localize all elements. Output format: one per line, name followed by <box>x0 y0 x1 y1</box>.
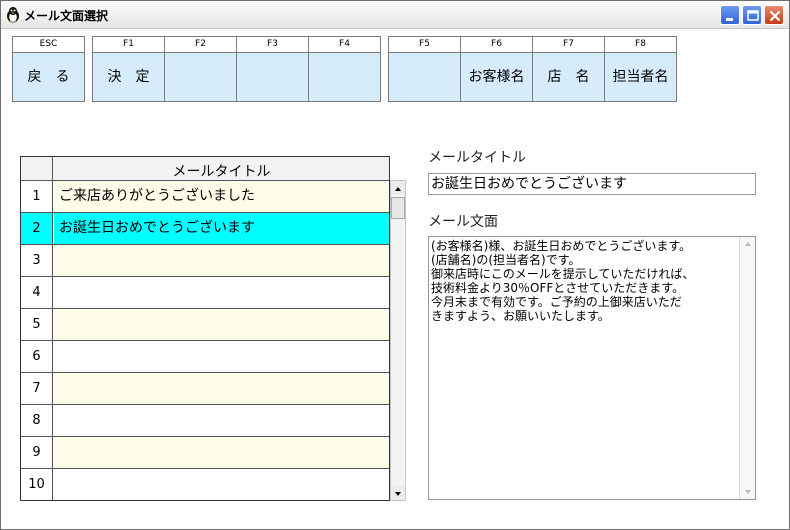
penguin-icon <box>7 7 19 23</box>
f6-customer-name-button[interactable]: F6 お客様名 <box>460 36 533 102</box>
row-title[interactable] <box>54 277 389 308</box>
row-number: 6 <box>21 341 53 372</box>
fkey-caption-f2 <box>165 53 236 101</box>
row-number: 8 <box>21 405 53 436</box>
fkey-caption-f6: お客様名 <box>468 69 525 85</box>
table-row[interactable]: 9 <box>21 437 389 469</box>
grid-header: メールタイトル <box>21 157 389 181</box>
fkey-label-f8: F8 <box>605 37 676 53</box>
title-bar[interactable]: メール文面選択 <box>1 1 789 29</box>
row-number: 3 <box>21 245 53 276</box>
f8-staff-name-button[interactable]: F8 担当者名 <box>604 36 677 102</box>
close-button[interactable] <box>764 5 784 25</box>
f7-store-name-button[interactable]: F7 店名 <box>532 36 605 102</box>
row-number: 5 <box>21 309 53 340</box>
row-title[interactable] <box>54 437 389 468</box>
maximize-button[interactable] <box>742 5 762 25</box>
fkey-caption-f3 <box>237 53 308 101</box>
mail-title-field[interactable]: お誕生日おめでとうございます <box>428 173 756 195</box>
fkey-label-esc: ESC <box>13 37 84 53</box>
row-title[interactable] <box>54 309 389 340</box>
grid-column-header[interactable]: メールタイトル <box>54 157 389 180</box>
arrow-up-icon <box>745 242 751 246</box>
mail-title-label: メールタイトル <box>428 150 526 166</box>
f3-button[interactable]: F3 <box>236 36 309 102</box>
f5-button[interactable]: F5 <box>388 36 461 102</box>
table-row[interactable]: 5 <box>21 309 389 341</box>
row-number: 1 <box>21 181 53 212</box>
fkey-caption-f5 <box>389 53 460 101</box>
table-row[interactable]: 1 ご来店ありがとうございました <box>21 181 389 213</box>
window-title: メール文面選択 <box>24 9 109 23</box>
fkey-caption-f8: 担当者名 <box>612 69 669 85</box>
table-row-selected[interactable]: 2 お誕生日おめでとうございます <box>21 213 389 245</box>
mail-body-text[interactable]: (お客様名)様、お誕生日おめでとうございます。 (店舗名)の(担当者名)です。 … <box>431 239 739 323</box>
fkey-caption-f4 <box>309 53 380 101</box>
fkey-label-f4: F4 <box>309 37 380 53</box>
row-number: 4 <box>21 277 53 308</box>
mail-title-grid: メールタイトル 1 ご来店ありがとうございました 2 お誕生日おめでとうございま… <box>20 156 390 501</box>
arrow-down-icon <box>395 492 401 496</box>
row-title[interactable] <box>54 405 389 436</box>
fkey-label-f1: F1 <box>93 37 164 53</box>
table-row[interactable]: 7 <box>21 373 389 405</box>
fkey-label-f2: F2 <box>165 37 236 53</box>
fkey-label-f3: F3 <box>237 37 308 53</box>
row-number: 9 <box>21 437 53 468</box>
mail-body-label: メール文面 <box>428 214 498 230</box>
f1-confirm-button[interactable]: F1 決定 <box>92 36 165 102</box>
row-number: 2 <box>21 213 53 244</box>
scroll-up-button[interactable] <box>391 181 405 195</box>
arrow-up-icon <box>395 187 401 191</box>
scroll-down-button[interactable] <box>391 486 405 500</box>
row-number: 7 <box>21 373 53 404</box>
fkey-caption-esc: 戻る <box>27 69 84 85</box>
close-icon <box>769 10 781 22</box>
table-row[interactable]: 3 <box>21 245 389 277</box>
esc-back-button[interactable]: ESC 戻る <box>12 36 85 102</box>
table-row[interactable]: 6 <box>21 341 389 373</box>
row-title[interactable] <box>54 341 389 372</box>
minimize-button[interactable] <box>720 5 740 25</box>
f4-button[interactable]: F4 <box>308 36 381 102</box>
fkey-caption-f7: 店名 <box>547 69 604 85</box>
body-vertical-scrollbar[interactable] <box>739 237 755 499</box>
row-title[interactable]: ご来店ありがとうございました <box>54 181 389 212</box>
fkey-caption-f1: 決定 <box>107 69 164 85</box>
maximize-icon <box>747 10 759 21</box>
row-title[interactable] <box>54 469 389 500</box>
mail-body-field[interactable]: (お客様名)様、お誕生日おめでとうございます。 (店舗名)の(担当者名)です。 … <box>428 236 756 500</box>
row-number: 10 <box>21 469 53 500</box>
arrow-down-icon <box>745 490 751 494</box>
f2-button[interactable]: F2 <box>164 36 237 102</box>
fkey-label-f5: F5 <box>389 37 460 53</box>
table-row[interactable]: 10 <box>21 469 389 501</box>
grid-corner <box>21 157 53 180</box>
table-row[interactable]: 8 <box>21 405 389 437</box>
table-row[interactable]: 4 <box>21 277 389 309</box>
grid-vertical-scrollbar[interactable] <box>390 180 406 501</box>
row-title[interactable]: お誕生日おめでとうございます <box>54 213 389 244</box>
row-title[interactable] <box>54 373 389 404</box>
fkey-label-f6: F6 <box>461 37 532 53</box>
main-window: メール文面選択 ESC 戻る F1 決定 F2 F3 F4 F5 F6 お客様名 <box>0 0 790 530</box>
minimize-icon <box>726 18 733 21</box>
fkey-label-f7: F7 <box>533 37 604 53</box>
row-title[interactable] <box>54 245 389 276</box>
scroll-thumb[interactable] <box>391 197 405 219</box>
